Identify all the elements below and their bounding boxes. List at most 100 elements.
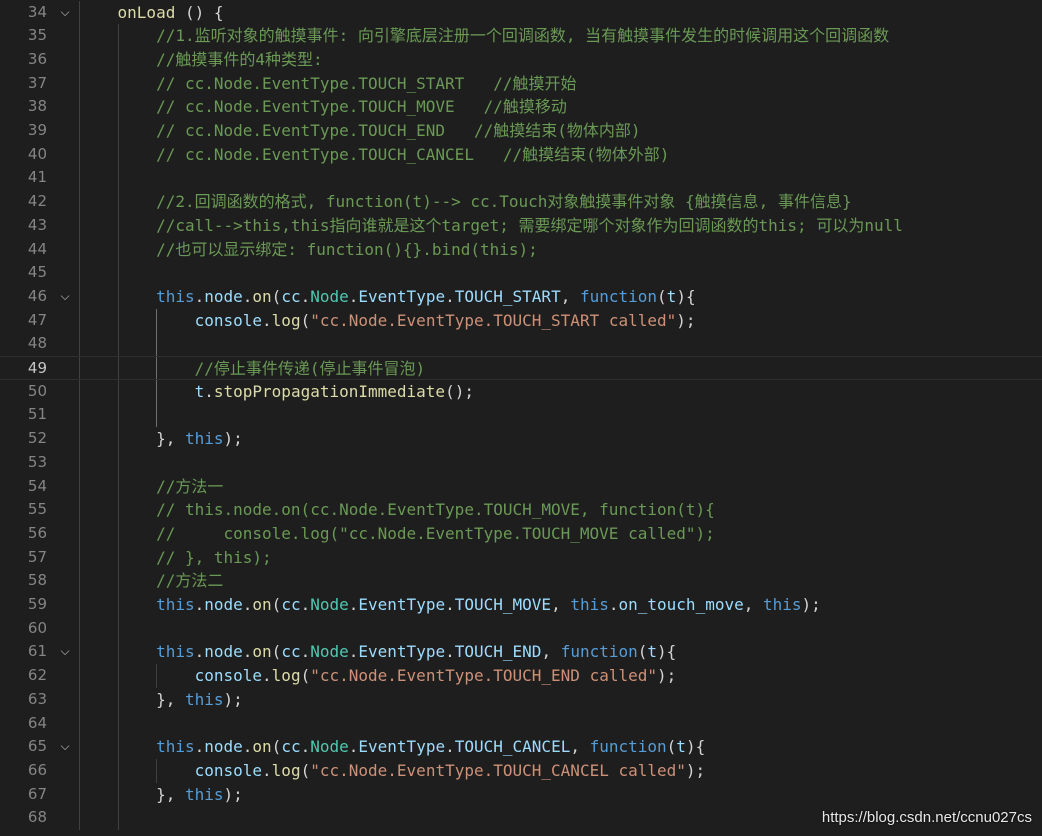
code-token: TOUCH_START xyxy=(454,286,561,306)
code-line[interactable]: 63 }, this); xyxy=(0,688,1042,712)
code-token: ( xyxy=(300,760,311,780)
code-line[interactable]: 61 ⌵ this.node.on(cc.Node.EventType.TOUCH… xyxy=(0,640,1042,664)
code-token: // }, this); xyxy=(156,547,272,567)
code-token: console xyxy=(194,760,263,780)
code-line[interactable]: 53 xyxy=(0,451,1042,475)
code-line[interactable]: 54 //方法一 xyxy=(0,475,1042,499)
code-token: this xyxy=(763,595,802,614)
code-token: on xyxy=(252,737,272,757)
code-text: this.node.on(cc.Node.EventType.TOUCH_CAN… xyxy=(79,735,705,759)
code-line[interactable]: 36 //触摸事件的4种类型: xyxy=(0,48,1042,72)
line-number: 52 xyxy=(27,429,47,448)
code-token: . xyxy=(445,737,455,757)
code-token: ( xyxy=(637,642,648,662)
code-token: Node xyxy=(310,595,349,614)
code-token: ); xyxy=(223,689,243,709)
code-token: }, xyxy=(79,784,185,804)
code-text: //也可以显示绑定: function(){}.bind(this); xyxy=(79,238,538,262)
code-line[interactable]: 64 xyxy=(0,712,1042,736)
code-token: , xyxy=(551,595,571,614)
code-line[interactable]: 41 xyxy=(0,166,1042,190)
code-token: . xyxy=(262,310,272,330)
line-number: 63 xyxy=(27,689,47,708)
code-line[interactable]: 34 ⌵ onLoad () { xyxy=(0,1,1042,25)
fold-chevron-icon[interactable]: ⌵ xyxy=(56,735,74,759)
code-token: . xyxy=(242,595,253,614)
code-text: onLoad () { xyxy=(79,1,224,25)
code-text: t.stopPropagationImmediate(); xyxy=(79,380,474,404)
code-token: this xyxy=(156,737,195,757)
code-line[interactable]: 60 xyxy=(0,617,1042,641)
code-token: EventType xyxy=(358,642,446,662)
code-line[interactable]: 59 this.node.on(cc.Node.EventType.TOUCH_… xyxy=(0,593,1042,617)
code-line[interactable]: 51 xyxy=(0,403,1042,427)
fold-chevron-icon[interactable]: ⌵ xyxy=(56,640,74,664)
code-line[interactable]: 56 // console.log("cc.Node.EventType.TOU… xyxy=(0,522,1042,546)
code-line[interactable]: 48 xyxy=(0,332,1042,356)
line-number: 64 xyxy=(27,713,47,732)
code-token: cc xyxy=(281,595,301,614)
code-token: . xyxy=(194,595,205,614)
fold-chevron-icon[interactable]: ⌵ xyxy=(56,285,74,309)
watermark-text: https://blog.csdn.net/ccnu027cs xyxy=(821,809,1032,826)
code-line[interactable]: 35 //1.监听对象的触摸事件: 向引擎底层注册一个回调函数, 当有触摸事件发… xyxy=(0,24,1042,48)
code-line[interactable]: 39 // cc.Node.EventType.TOUCH_END //触摸结束… xyxy=(0,119,1042,143)
code-line[interactable]: 49 //停止事件传递(停止事件冒泡) xyxy=(0,356,1042,380)
code-line[interactable]: 42 //2.回调函数的格式, function(t)--> cc.Touch对… xyxy=(0,190,1042,214)
code-token: . xyxy=(608,595,619,614)
fold-chevron-icon[interactable]: ⌵ xyxy=(56,1,74,25)
code-token: ( xyxy=(271,642,282,662)
code-token: //call-->this,this指向谁就是这个target; 需要绑定哪个对… xyxy=(156,215,903,235)
code-token: , xyxy=(570,737,590,757)
code-text: console.log("cc.Node.EventType.TOUCH_STA… xyxy=(79,309,696,333)
code-token: }, xyxy=(79,689,185,709)
code-line[interactable]: 52 }, this); xyxy=(0,427,1042,451)
code-line[interactable]: 37 // cc.Node.EventType.TOUCH_START //触摸… xyxy=(0,72,1042,96)
code-line[interactable]: 38 // cc.Node.EventType.TOUCH_MOVE //触摸移… xyxy=(0,95,1042,119)
code-line[interactable]: 45 xyxy=(0,261,1042,285)
code-line[interactable]: 40 // cc.Node.EventType.TOUCH_CANCEL //触… xyxy=(0,143,1042,167)
code-token: node xyxy=(204,595,243,614)
line-number: 37 xyxy=(27,73,47,92)
code-token: on xyxy=(252,595,272,614)
line-number: 39 xyxy=(27,121,47,139)
code-editor[interactable]: 34 ⌵ onLoad () {35 //1.监听对象的触摸事件: 向引擎底层注册… xyxy=(0,0,1042,836)
line-number: 42 xyxy=(27,192,47,211)
code-token: ); xyxy=(223,429,243,449)
code-token: () { xyxy=(175,2,224,22)
code-line[interactable]: 62 console.log("cc.Node.EventType.TOUCH_… xyxy=(0,664,1042,688)
code-line[interactable]: 44 //也可以显示绑定: function(){}.bind(this); xyxy=(0,238,1042,262)
code-token: TOUCH_CANCEL xyxy=(454,737,571,757)
code-line[interactable]: 66 console.log("cc.Node.EventType.TOUCH_… xyxy=(0,759,1042,783)
code-text: //方法一 xyxy=(79,475,223,499)
code-token: // cc.Node.EventType.TOUCH_START //触摸开始 xyxy=(156,73,577,93)
code-line[interactable]: 47 console.log("cc.Node.EventType.TOUCH_… xyxy=(0,309,1042,333)
code-token: //方法一 xyxy=(156,476,224,496)
code-token: // console.log("cc.Node.EventType.TOUCH_… xyxy=(156,523,715,543)
code-token: ( xyxy=(271,737,282,757)
code-token: "cc.Node.EventType.TOUCH_CANCEL called" xyxy=(310,760,686,780)
code-line[interactable]: 65 ⌵ this.node.on(cc.Node.EventType.TOUCH… xyxy=(0,735,1042,759)
code-token: this xyxy=(184,784,224,804)
code-line[interactable]: 46 ⌵ this.node.on(cc.Node.EventType.TOUCH… xyxy=(0,285,1042,309)
code-line[interactable]: 50 t.stopPropagationImmediate(); xyxy=(0,380,1042,404)
code-token: }, xyxy=(79,429,185,449)
code-line[interactable]: 55 // this.node.on(cc.Node.EventType.TOU… xyxy=(0,498,1042,522)
code-line[interactable]: 57 // }, this); xyxy=(0,546,1042,570)
code-line[interactable]: 67 }, this); xyxy=(0,783,1042,807)
line-number: 57 xyxy=(27,547,47,566)
code-token: . xyxy=(445,595,455,614)
code-token: EventType xyxy=(358,595,446,614)
line-number: 51 xyxy=(27,405,47,424)
code-line[interactable]: 43 //call-->this,this指向谁就是这个target; 需要绑定… xyxy=(0,214,1042,238)
code-line[interactable]: 58 //方法二 xyxy=(0,569,1042,593)
